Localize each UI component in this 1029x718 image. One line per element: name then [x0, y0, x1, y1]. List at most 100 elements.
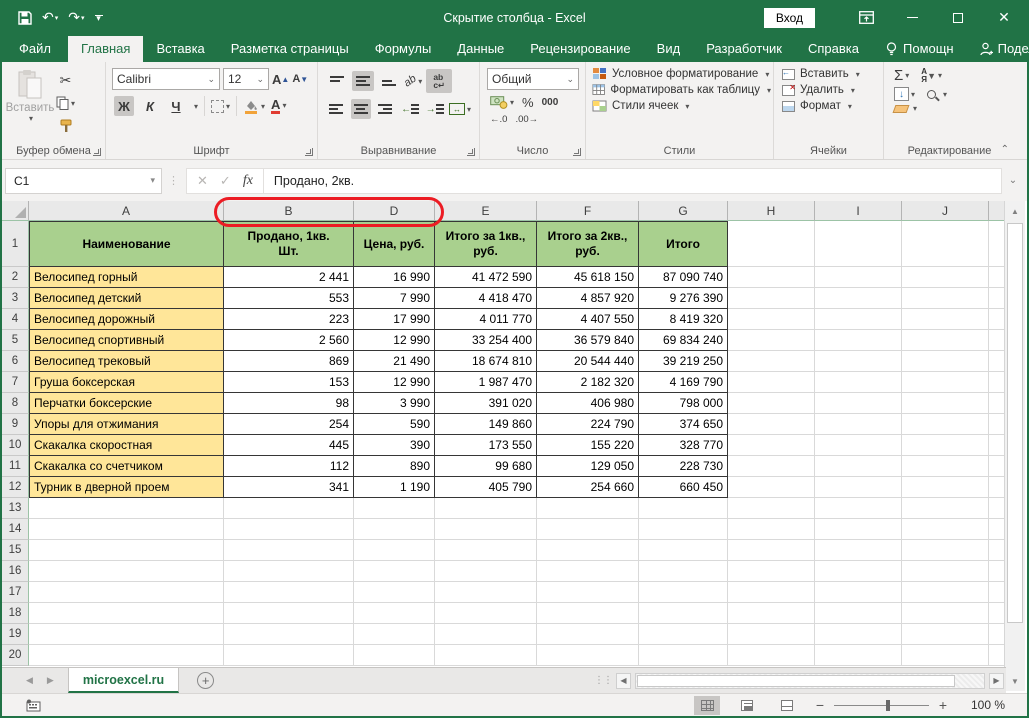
scroll-down-icon[interactable]: ▼: [1005, 671, 1025, 691]
tab-data[interactable]: Данные: [444, 36, 517, 62]
cell-F3[interactable]: 4 857 920: [537, 288, 639, 309]
cell-F4[interactable]: 4 407 550: [537, 309, 639, 330]
cell-G8[interactable]: 798 000: [639, 393, 728, 414]
find-select-button[interactable]: ▾: [927, 90, 947, 99]
cell-J20[interactable]: [902, 645, 989, 666]
cell-D11[interactable]: 890: [354, 456, 435, 477]
tab-help[interactable]: Справка: [795, 36, 872, 62]
cell-I9[interactable]: [815, 414, 902, 435]
cell-D6[interactable]: 21 490: [354, 351, 435, 372]
cell-D14[interactable]: [354, 519, 435, 540]
orientation-dropdown-icon[interactable]: ▾: [418, 77, 422, 86]
cell-I15[interactable]: [815, 540, 902, 561]
zoom-slider[interactable]: [834, 705, 929, 706]
cell-H13[interactable]: [728, 498, 815, 519]
tab-review[interactable]: Рецензирование: [517, 36, 643, 62]
conditional-formatting-button[interactable]: Условное форматирование▾: [592, 67, 771, 81]
cell-A1[interactable]: Наименование: [29, 221, 224, 267]
cell-H17[interactable]: [728, 582, 815, 603]
cell-A8[interactable]: Перчатки боксерские: [29, 393, 224, 414]
cell-D13[interactable]: [354, 498, 435, 519]
clipboard-dialog-launcher[interactable]: [93, 148, 101, 156]
cell-D17[interactable]: [354, 582, 435, 603]
cell-G5[interactable]: 69 834 240: [639, 330, 728, 351]
maximize-button[interactable]: [935, 0, 981, 35]
cell-H5[interactable]: [728, 330, 815, 351]
zoom-out-icon[interactable]: −: [814, 697, 826, 713]
copy-dropdown-icon[interactable]: ▾: [71, 99, 75, 108]
cell-F7[interactable]: 2 182 320: [537, 372, 639, 393]
cell-D15[interactable]: [354, 540, 435, 561]
accounting-dropdown-icon[interactable]: ▾: [510, 98, 514, 107]
cell-I18[interactable]: [815, 603, 902, 624]
row-header-5[interactable]: 5: [2, 330, 29, 351]
cut-icon[interactable]: ✂: [56, 70, 75, 90]
tab-formulas[interactable]: Формулы: [362, 36, 445, 62]
cell-H12[interactable]: [728, 477, 815, 498]
scroll-up-icon[interactable]: ▲: [1005, 201, 1025, 221]
cell-G11[interactable]: 228 730: [639, 456, 728, 477]
cell-F15[interactable]: [537, 540, 639, 561]
decrease-indent-icon[interactable]: ←: [400, 99, 421, 119]
column-header-F[interactable]: F: [537, 201, 639, 221]
hscroll-right-icon[interactable]: ▶: [989, 673, 1004, 689]
cell-G18[interactable]: [639, 603, 728, 624]
row-header-18[interactable]: 18: [2, 603, 29, 624]
column-header-E[interactable]: E: [435, 201, 537, 221]
cell-D8[interactable]: 3 990: [354, 393, 435, 414]
cell-D9[interactable]: 590: [354, 414, 435, 435]
cell-H3[interactable]: [728, 288, 815, 309]
cell-A18[interactable]: [29, 603, 224, 624]
row-header-7[interactable]: 7: [2, 372, 29, 393]
orientation-icon[interactable]: ab▾: [404, 75, 422, 87]
tab-view[interactable]: Вид: [644, 36, 694, 62]
cell-E5[interactable]: 33 254 400: [435, 330, 537, 351]
cell-B12[interactable]: 341: [224, 477, 354, 498]
cell-F11[interactable]: 129 050: [537, 456, 639, 477]
sort-filter-button[interactable]: А Я▼▾: [921, 68, 942, 84]
cell-G9[interactable]: 374 650: [639, 414, 728, 435]
cell-G20[interactable]: [639, 645, 728, 666]
name-box[interactable]: C1▾: [5, 168, 162, 194]
row-header-19[interactable]: 19: [2, 624, 29, 645]
row-header-15[interactable]: 15: [2, 540, 29, 561]
insert-cells-button[interactable]: Вставить▾: [782, 68, 881, 80]
cell-A14[interactable]: [29, 519, 224, 540]
alignment-dialog-launcher[interactable]: [467, 148, 475, 156]
cell-H1[interactable]: [728, 221, 815, 267]
cell-A12[interactable]: Турник в дверной проем: [29, 477, 224, 498]
cell-I8[interactable]: [815, 393, 902, 414]
tab-assistant[interactable]: Помощн: [872, 36, 967, 62]
cell-A5[interactable]: Велосипед спортивный: [29, 330, 224, 351]
cell-E12[interactable]: 405 790: [435, 477, 537, 498]
merge-dropdown-icon[interactable]: ▾: [467, 105, 471, 114]
cell-E7[interactable]: 1 987 470: [435, 372, 537, 393]
cell-B2[interactable]: 2 441: [224, 267, 354, 288]
cell-A17[interactable]: [29, 582, 224, 603]
cell-H8[interactable]: [728, 393, 815, 414]
format-cells-button[interactable]: Формат▾: [782, 100, 881, 112]
cell-B10[interactable]: 445: [224, 435, 354, 456]
cell-G6[interactable]: 39 219 250: [639, 351, 728, 372]
cell-B20[interactable]: [224, 645, 354, 666]
sign-in-button[interactable]: Вход: [764, 8, 815, 28]
cell-A16[interactable]: [29, 561, 224, 582]
cell-F16[interactable]: [537, 561, 639, 582]
borders-dropdown-icon[interactable]: ▾: [226, 102, 230, 111]
cell-A10[interactable]: Скакалка скоростная: [29, 435, 224, 456]
cell-H2[interactable]: [728, 267, 815, 288]
cell-G10[interactable]: 328 770: [639, 435, 728, 456]
cell-E20[interactable]: [435, 645, 537, 666]
cell-I5[interactable]: [815, 330, 902, 351]
cell-D10[interactable]: 390: [354, 435, 435, 456]
accessibility-keyboard-icon[interactable]: [24, 699, 41, 712]
merge-center-icon[interactable]: ↔▾: [449, 103, 471, 115]
cell-B19[interactable]: [224, 624, 354, 645]
cell-F17[interactable]: [537, 582, 639, 603]
row-header-6[interactable]: 6: [2, 351, 29, 372]
vertical-scrollbar[interactable]: ▲ ▼: [1004, 201, 1025, 691]
enter-entry-icon[interactable]: ✓: [220, 173, 231, 189]
cell-F1[interactable]: Итого за 2кв., руб.: [537, 221, 639, 267]
cell-A15[interactable]: [29, 540, 224, 561]
percent-style-button[interactable]: %: [522, 95, 534, 110]
